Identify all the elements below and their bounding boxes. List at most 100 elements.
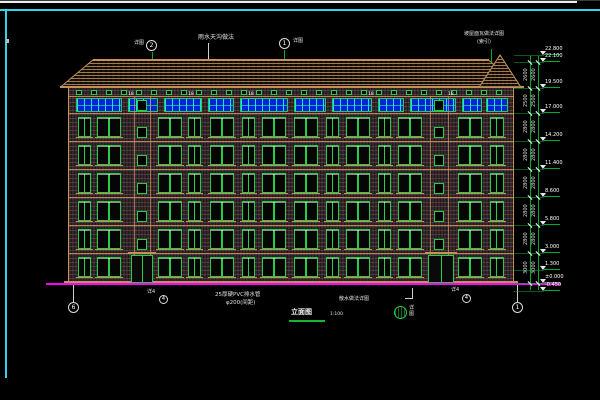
window [262,257,286,277]
window-mullion [248,174,249,192]
window-mullion [248,230,249,248]
window-lintel [263,258,285,259]
apron-leader-hline [405,298,413,299]
window-mullion [357,118,359,136]
attic-vent-window [316,90,322,95]
window [346,117,370,137]
window [398,229,422,249]
window-lintel [491,230,503,231]
window-lintel [327,230,338,231]
window-mullion [194,202,195,220]
blue-window-strip [164,98,202,112]
level-value: 8.600 [545,189,559,194]
dim-text: 2800 [532,120,537,133]
attic-vent-window [286,90,292,95]
window-lintel [211,174,233,175]
window-sill [292,165,320,166]
attic-vent-window [151,90,157,95]
dim-text: 2800 [532,148,537,161]
window-mullion [357,202,359,220]
window [242,229,255,249]
window [326,117,339,137]
window [458,173,482,193]
blue-window-strip [462,98,482,112]
window [158,173,182,193]
window-lintel [159,230,181,231]
window-mullion [194,146,195,164]
window-sill [344,221,372,222]
window-lintel [159,118,181,119]
window-sill [324,165,341,166]
window-lintel [243,118,254,119]
window-mullion [169,146,171,164]
window [262,145,286,165]
stair-landing-window [137,100,147,111]
window [294,229,318,249]
window-sill [186,249,203,250]
grid-bubble: 1 [512,302,523,313]
window [97,229,121,249]
window-lintel [189,146,200,147]
window-sill [376,221,393,222]
window-sill [76,193,93,194]
window [490,257,504,277]
window-lintel [327,118,338,119]
window-mullion [221,230,223,248]
grid-leader-line [517,285,518,302]
window [158,257,182,277]
left-margin-tick [6,39,9,43]
window-lintel [189,230,200,231]
window [398,145,422,165]
drawing-scale: 1:100 [330,313,343,318]
window [188,145,201,165]
top-left-detail-circle: 2 [146,40,157,51]
stair-landing-window [137,183,147,194]
window-sill [186,193,203,194]
window-sill [292,221,320,222]
window-lintel [347,230,369,231]
window-sill [344,165,372,166]
stair-landing-window [434,239,444,250]
window-mullion [332,146,333,164]
window [262,229,286,249]
window-mullion [221,118,223,136]
window-mullion [469,146,471,164]
window-sill [186,277,203,278]
window-type-tag: 18 [128,93,134,98]
drawing-frame-top [0,9,600,11]
window-lintel [491,174,503,175]
window [378,117,391,137]
level-marker-line [544,168,560,169]
window-mullion [194,230,195,248]
window-mullion [357,174,359,192]
level-marker-line [544,61,560,62]
window [458,257,482,277]
window [242,257,255,277]
window [78,173,91,193]
window-lintel [379,230,390,231]
window [378,229,391,249]
attic-vent-window [391,90,397,95]
window-mullion [357,146,359,164]
window-lintel [295,202,317,203]
window-mullion [384,146,385,164]
window-lintel [347,118,369,119]
stair-landing-window [434,183,444,194]
window [458,117,482,137]
window-lintel [189,118,200,119]
window [378,173,391,193]
window-sill [240,137,257,138]
attic-vent-window [121,90,127,95]
drain-note-line1: 25厚硬PVC排水管 [215,292,260,298]
window-lintel [459,174,481,175]
window-lintel [327,174,338,175]
window [294,145,318,165]
window-sill [208,277,236,278]
window-mullion [305,202,307,220]
window-sill [156,277,184,278]
attic-vent-window [91,90,97,95]
window-sill [324,249,341,250]
top-mid-detail-circle: 1 [279,38,290,49]
window-lintel [347,202,369,203]
window [97,257,121,277]
